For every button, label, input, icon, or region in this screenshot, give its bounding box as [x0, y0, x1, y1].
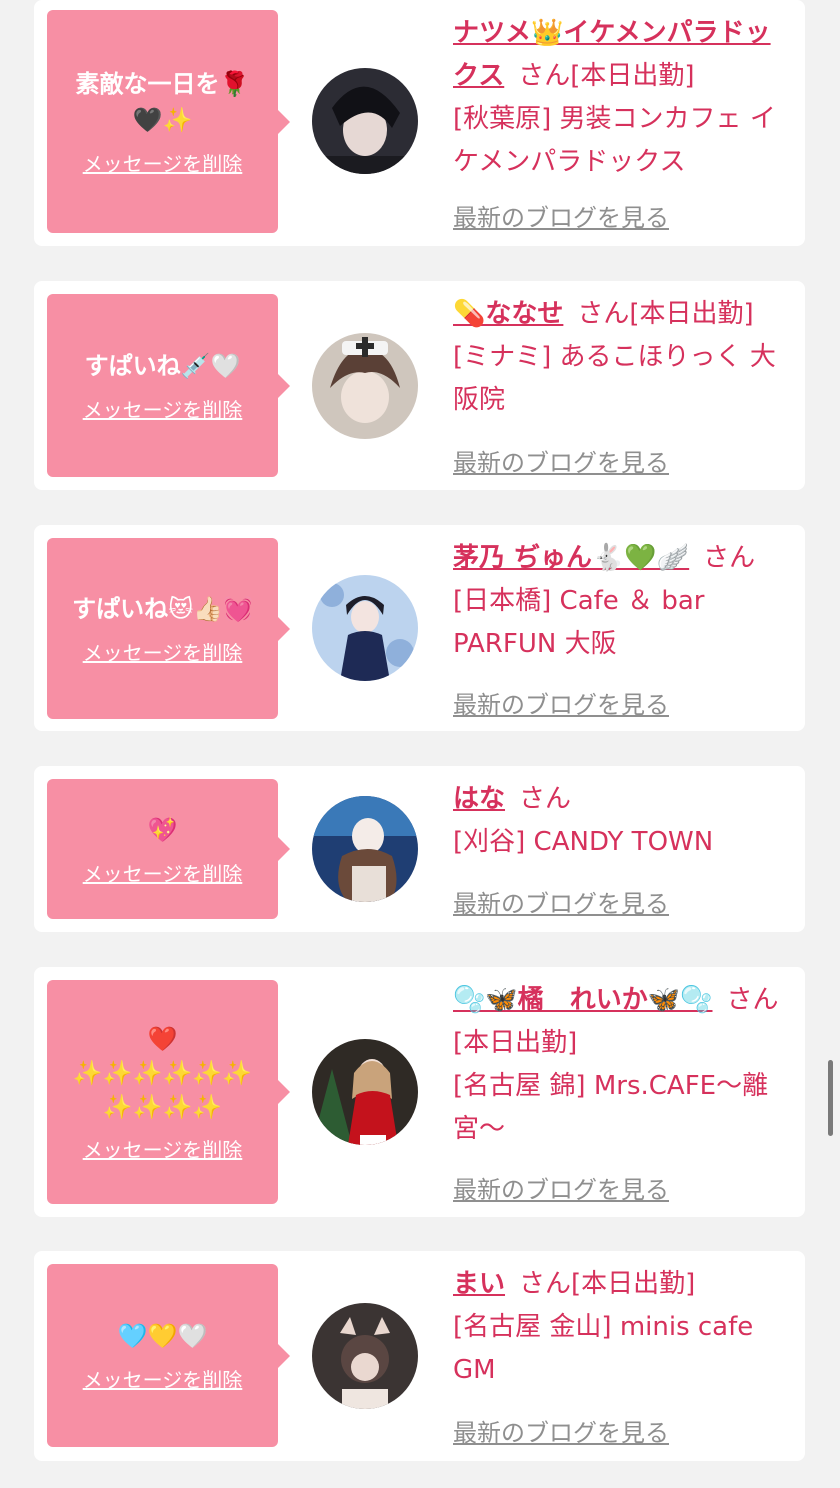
- message-text: 🩵💛🤍: [117, 1322, 208, 1350]
- message-card: 🩵💛🤍 メッセージを削除 まい さん[本日出勤] [名古屋 金山] minis c…: [34, 1251, 805, 1461]
- cast-name-link[interactable]: 🫧🦋橘 れいか🦋🫧: [453, 985, 713, 1015]
- cast-name-link[interactable]: まい: [453, 1269, 505, 1299]
- honorific: さん: [703, 543, 756, 573]
- message-text: ❤️ ✨✨✨✨✨✨ ✨✨✨✨: [72, 1024, 253, 1121]
- message-bubble: 💖 メッセージを削除: [47, 779, 290, 919]
- status-badge: [本日出勤]: [453, 1028, 578, 1058]
- delete-message-link[interactable]: メッセージを削除: [83, 858, 243, 887]
- message-card: すぱいね💉🤍 メッセージを削除 💊ななせ さん[本日出勤] [ミナミ] あるこほり…: [34, 281, 805, 490]
- message-bubble: 🩵💛🤍 メッセージを削除: [47, 1264, 290, 1447]
- avatar-image: [312, 796, 418, 902]
- message-card: 素敵な一日を🌹 🖤✨ メッセージを削除 ナツメ👑イケメンパラドックス さん[本日出…: [34, 0, 805, 246]
- delete-message-link[interactable]: メッセージを削除: [83, 1364, 243, 1393]
- cast-info: 💊ななせ さん[本日出勤] [ミナミ] あるこほりっく 大阪院: [453, 293, 791, 422]
- avatar[interactable]: [312, 796, 418, 902]
- cast-info: 🫧🦋橘 れいか🦋🫧 さん [本日出勤] [名古屋 錦] Mrs.CAFE〜離宮〜: [453, 979, 791, 1151]
- shop-name: [刈谷] CANDY TOWN: [453, 827, 714, 857]
- status-badge: [本日出勤]: [629, 299, 754, 329]
- shop-name: [名古屋 錦] Mrs.CAFE〜離宮〜: [453, 1071, 769, 1144]
- message-text: すぱいね😻👍🏻💓: [72, 595, 253, 623]
- message-card: ❤️ ✨✨✨✨✨✨ ✨✨✨✨ メッセージを削除 🫧🦋橘 れいか🦋🫧 さん [本日出勤…: [34, 967, 805, 1217]
- vertical-scrollbar[interactable]: [828, 1060, 833, 1136]
- avatar-image: [312, 333, 418, 439]
- avatar[interactable]: [312, 1303, 418, 1409]
- avatar[interactable]: [312, 68, 418, 174]
- cast-info: ナツメ👑イケメンパラドックス さん[本日出勤] [秋葉原] 男装コンカフェ イケメ…: [453, 12, 791, 184]
- latest-blog-link[interactable]: 最新のブログを見る: [453, 443, 669, 478]
- message-bubble: 素敵な一日を🌹 🖤✨ メッセージを削除: [47, 10, 290, 233]
- honorific: さん: [519, 784, 572, 814]
- avatar-image: [312, 1039, 418, 1145]
- message-bubble: すぱいね💉🤍 メッセージを削除: [47, 294, 290, 477]
- message-text: 💖: [147, 815, 178, 844]
- latest-blog-link[interactable]: 最新のブログを見る: [453, 1413, 669, 1448]
- message-text: 素敵な一日を🌹 🖤✨: [75, 70, 250, 134]
- cast-name-link[interactable]: 💊ななせ: [453, 299, 563, 329]
- latest-blog-link[interactable]: 最新のブログを見る: [453, 685, 669, 720]
- cast-info: はな さん [刈谷] CANDY TOWN: [453, 778, 791, 864]
- latest-blog-link[interactable]: 最新のブログを見る: [453, 884, 669, 919]
- shop-name: [秋葉原] 男装コンカフェ イケメンパラドックス: [453, 104, 776, 177]
- message-text: すぱいね💉🤍: [84, 352, 241, 380]
- message-card: すぱいね😻👍🏻💓 メッセージを削除 茅乃 ぢゅん🐇💚🪽 さん [日本橋] Cafe…: [34, 525, 805, 731]
- message-card: 💖 メッセージを削除 はな さん [刈谷] CANDY TOWN 最新のブログを見…: [34, 766, 805, 932]
- avatar-image: [312, 1303, 418, 1409]
- delete-message-link[interactable]: メッセージを削除: [83, 1134, 243, 1163]
- honorific: さん: [519, 1269, 572, 1299]
- honorific: さん: [518, 61, 571, 91]
- delete-message-link[interactable]: メッセージを削除: [83, 148, 243, 177]
- cast-name-link[interactable]: 茅乃 ぢゅん🐇💚🪽: [453, 543, 689, 573]
- delete-message-link[interactable]: メッセージを削除: [83, 637, 243, 666]
- avatar[interactable]: [312, 333, 418, 439]
- shop-name: [ミナミ] あるこほりっく 大阪院: [453, 342, 776, 415]
- message-bubble: ❤️ ✨✨✨✨✨✨ ✨✨✨✨ メッセージを削除: [47, 980, 290, 1204]
- avatar-image: [312, 575, 418, 681]
- honorific: さん: [577, 299, 630, 329]
- message-bubble: すぱいね😻👍🏻💓 メッセージを削除: [47, 538, 290, 719]
- avatar[interactable]: [312, 1039, 418, 1145]
- honorific: さん: [726, 985, 779, 1015]
- cast-info: 茅乃 ぢゅん🐇💚🪽 さん [日本橋] Cafe ＆ bar PARFUN 大阪: [453, 537, 791, 666]
- latest-blog-link[interactable]: 最新のブログを見る: [453, 198, 669, 233]
- shop-name: [日本橋] Cafe ＆ bar PARFUN 大阪: [453, 586, 705, 659]
- cast-name-link[interactable]: はな: [453, 784, 505, 814]
- status-badge: [本日出勤]: [570, 61, 695, 91]
- shop-name: [名古屋 金山] minis cafe GM: [453, 1312, 754, 1385]
- avatar[interactable]: [312, 575, 418, 681]
- delete-message-link[interactable]: メッセージを削除: [83, 394, 243, 423]
- avatar-image: [312, 68, 418, 174]
- latest-blog-link[interactable]: 最新のブログを見る: [453, 1170, 669, 1205]
- cast-info: まい さん[本日出勤] [名古屋 金山] minis cafe GM: [453, 1263, 791, 1392]
- status-badge: [本日出勤]: [571, 1269, 696, 1299]
